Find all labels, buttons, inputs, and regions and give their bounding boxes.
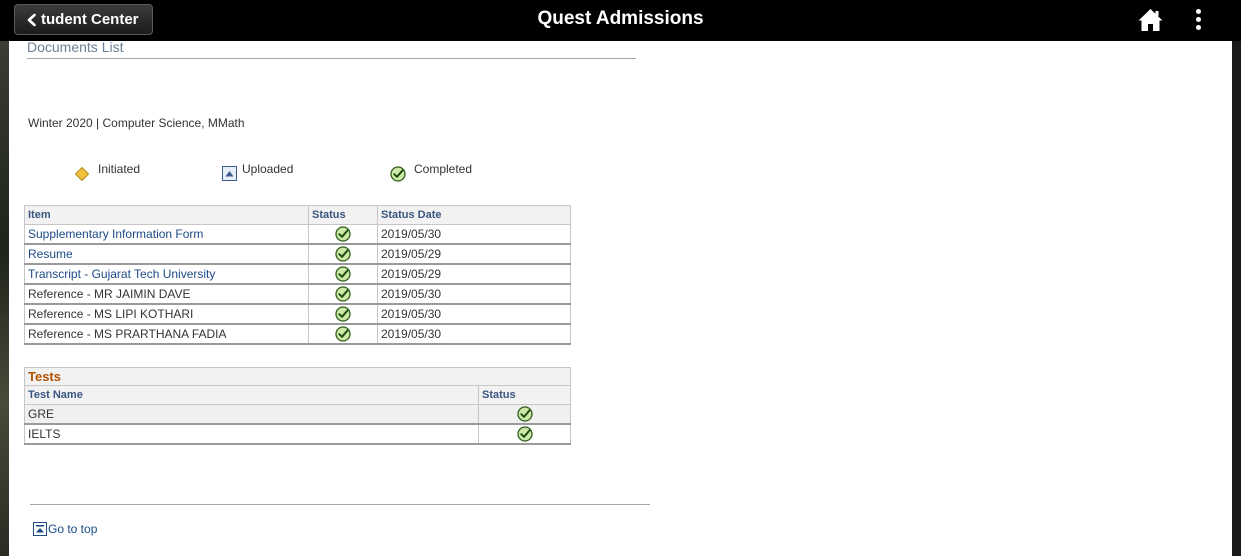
background-strip-right <box>1232 41 1241 556</box>
go-to-top-label: Go to top <box>48 522 98 536</box>
completed-check-icon <box>335 306 351 322</box>
column-header-status-date: Status Date <box>377 205 571 225</box>
term-program: Winter 2020 | Computer Science, MMath <box>28 116 245 130</box>
completed-check-icon <box>335 246 351 262</box>
go-to-top-icon <box>33 522 47 536</box>
column-header-item: Item <box>24 205 309 225</box>
document-item-link[interactable]: Resume <box>24 243 309 265</box>
background-strip-left <box>0 41 9 556</box>
column-header-status: Status <box>308 205 378 225</box>
table-row: Reference - MS LIPI KOTHARI 2019/05/30 <box>24 303 571 325</box>
document-status <box>308 323 378 345</box>
table-row: Supplementary Information Form 2019/05/30 <box>24 224 571 245</box>
test-name: GRE <box>24 404 479 425</box>
table-row: Reference - MR JAIMIN DAVE 2019/05/30 <box>24 283 571 305</box>
document-status-date: 2019/05/30 <box>377 283 571 305</box>
document-item-label: Reference - MS LIPI KOTHARI <box>24 303 309 325</box>
title-divider <box>27 58 636 59</box>
completed-check-icon <box>390 166 406 182</box>
document-status <box>308 263 378 285</box>
document-status <box>308 303 378 325</box>
document-item-link[interactable]: Transcript - Gujarat Tech University <box>24 263 309 285</box>
page-title: Documents List <box>27 39 124 55</box>
column-header-test-name: Test Name <box>24 385 479 405</box>
column-header-test-status: Status <box>478 385 571 405</box>
completed-check-icon <box>335 286 351 302</box>
document-item-link[interactable]: Supplementary Information Form <box>24 224 309 245</box>
document-status <box>308 283 378 305</box>
document-status <box>308 243 378 265</box>
document-status-date: 2019/05/30 <box>377 323 571 345</box>
completed-check-icon <box>335 266 351 282</box>
document-item-label: Reference - MR JAIMIN DAVE <box>24 283 309 305</box>
document-status-date: 2019/05/29 <box>377 263 571 285</box>
document-item-label: Reference - MS PRARTHANA FADIA <box>24 323 309 345</box>
document-status <box>308 224 378 245</box>
completed-check-icon <box>516 426 533 442</box>
go-to-top-link[interactable]: Go to top <box>33 522 97 536</box>
top-bar: tudent Center Quest Admissions <box>0 0 1241 41</box>
tests-table: Tests Test Name Status GRE IELTS <box>24 367 571 445</box>
legend-uploaded: Uploaded <box>242 162 294 176</box>
table-row: Transcript - Gujarat Tech University 2019… <box>24 263 571 285</box>
completed-check-icon <box>335 226 351 242</box>
document-status-date: 2019/05/30 <box>377 224 571 245</box>
completed-check-icon <box>516 406 533 422</box>
table-row: IELTS <box>24 423 571 445</box>
table-row: Reference - MS PRARTHANA FADIA 2019/05/30 <box>24 323 571 345</box>
test-status <box>478 423 571 445</box>
legend-completed: Completed <box>414 162 473 176</box>
tests-title: Tests <box>24 367 571 386</box>
completed-check-icon <box>335 326 351 342</box>
legend-initiated: Initiated <box>98 162 141 176</box>
uploaded-icon <box>222 166 237 181</box>
table-row: GRE <box>24 404 571 425</box>
document-status-date: 2019/05/30 <box>377 303 571 325</box>
kebab-menu-icon[interactable] <box>1193 9 1203 33</box>
table-row: Resume 2019/05/29 <box>24 243 571 265</box>
initiated-diamond-icon <box>75 167 89 181</box>
test-status <box>478 404 571 425</box>
footer-divider <box>30 504 650 505</box>
test-name: IELTS <box>24 423 479 445</box>
app-title: Quest Admissions <box>537 8 704 29</box>
home-icon[interactable] <box>1138 8 1163 32</box>
document-status-date: 2019/05/29 <box>377 243 571 265</box>
documents-table: Item Status Status Date Supplementary In… <box>24 205 571 345</box>
